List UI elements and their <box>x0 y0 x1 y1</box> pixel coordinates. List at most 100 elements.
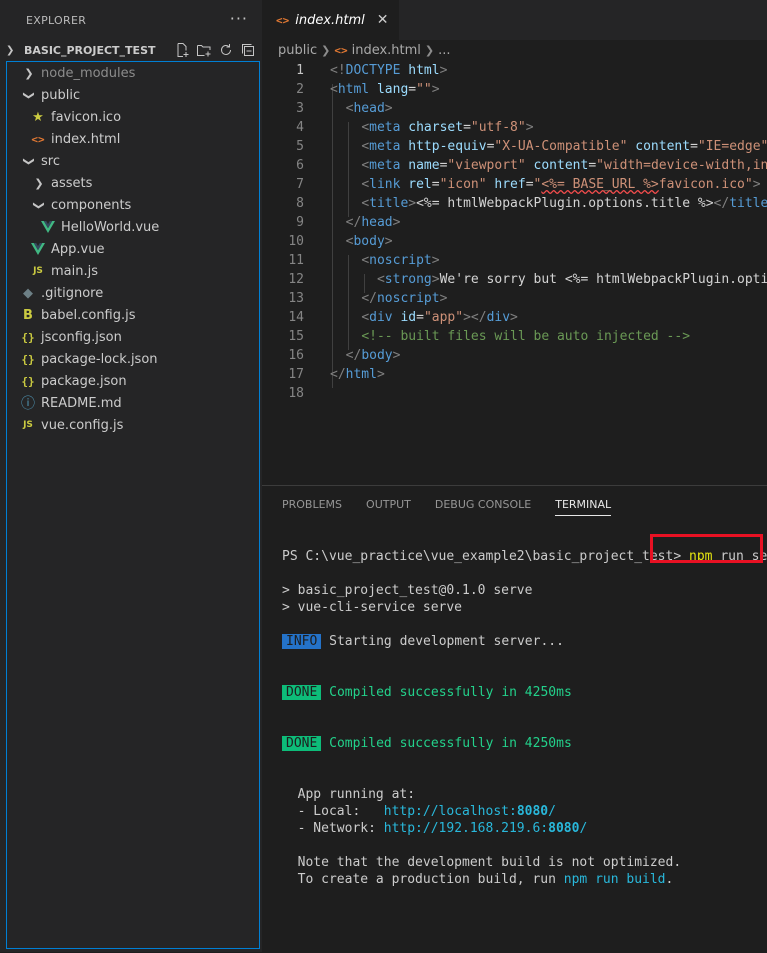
new-folder-icon[interactable] <box>196 42 212 58</box>
code-line: 18 <box>262 384 767 403</box>
file-item[interactable]: Bbabel.config.js <box>7 304 259 326</box>
tab-debug-console[interactable]: DEBUG CONSOLE <box>435 486 531 522</box>
file-item[interactable]: JS main.js <box>7 260 259 282</box>
code-token: > <box>384 101 393 116</box>
code-token: DOCTYPE <box>345 63 401 78</box>
network-url-tail: / <box>579 821 588 836</box>
file-item[interactable]: <> index.html <box>7 128 259 150</box>
info-text: Starting development server... <box>329 634 564 649</box>
explorer-title: EXPLORER <box>26 13 87 27</box>
folder-item[interactable]: ❯ components <box>7 194 259 216</box>
tab-label: index.html <box>295 12 365 28</box>
code-token: > <box>376 367 385 382</box>
terminal-prompt: PS C:\vue_practice\vue_example2\basic_pr… <box>282 549 682 564</box>
breadcrumb-symbol[interactable]: ... <box>438 43 450 58</box>
tab-index-html[interactable]: <> index.html ✕ <box>262 0 399 40</box>
code-line: 16 </body> <box>262 346 767 365</box>
code-line: 4 <meta charset="utf-8"> <box>262 118 767 137</box>
done-text: Compiled successfully in 4250ms <box>329 736 572 751</box>
folder-item[interactable]: ❯ src <box>7 150 259 172</box>
line-number: 16 <box>288 348 304 363</box>
json-icon: {} <box>21 374 35 388</box>
folder-item[interactable]: ❯ public <box>7 84 259 106</box>
code-text: <body> <box>330 232 393 251</box>
terminal-line: Note that the development build is not o… <box>282 855 682 870</box>
line-number: 14 <box>288 310 304 325</box>
code-token: < <box>361 310 370 325</box>
code-line: 14 <div id="app"></div> <box>262 308 767 327</box>
code-token: "" <box>416 82 432 97</box>
breadcrumb-file[interactable]: index.html <box>352 43 421 58</box>
file-item[interactable]: ★ favicon.ico <box>7 106 259 128</box>
babel-icon: B <box>23 307 33 323</box>
network-url-link[interactable]: http://192.168.219.6:8080/ <box>384 821 588 836</box>
code-token: > <box>439 63 448 78</box>
code-token: http-equiv <box>408 139 487 154</box>
breadcrumb-folder[interactable]: public <box>278 43 317 58</box>
code-token: = <box>588 158 597 173</box>
line-number: 18 <box>288 386 304 401</box>
note-period: . <box>665 872 674 887</box>
code-token: > <box>510 310 518 325</box>
code-token: "utf-8" <box>470 120 526 135</box>
terminal-output[interactable]: PS C:\vue_practice\vue_example2\basic_pr… <box>282 534 767 888</box>
code-token: body <box>361 348 393 363</box>
terminal-prompt-line: PS C:\vue_practice\vue_example2\basic_pr… <box>282 534 767 565</box>
file-item[interactable]: {} package-lock.json <box>7 348 259 370</box>
line-number: 1 <box>296 63 304 78</box>
terminal-network-line: - Network: http://192.168.219.6:8080/ <box>282 820 767 837</box>
code-token: html <box>337 82 370 97</box>
chevron-down-icon: ❯ <box>22 156 36 166</box>
code-token: < <box>330 82 338 97</box>
tab-terminal[interactable]: TERMINAL <box>555 494 612 516</box>
html-icon: <> <box>31 132 45 146</box>
tab-output[interactable]: OUTPUT <box>366 486 411 522</box>
file-item[interactable]: HelloWorld.vue <box>7 216 259 238</box>
terminal-line: App running at: <box>282 787 416 802</box>
more-actions-icon[interactable]: ··· <box>230 9 248 28</box>
folder-item[interactable]: ❯ assets <box>7 172 259 194</box>
close-icon[interactable]: ✕ <box>377 12 389 28</box>
code-line: 17 </html> <box>262 365 767 384</box>
code-line: 6 <meta name="viewport" content="width=d… <box>262 156 767 175</box>
terminal-done-line: DONE Compiled successfully in 4250ms <box>282 684 767 701</box>
tree-item-label: index.html <box>51 131 121 147</box>
code-token: = <box>690 139 698 154</box>
terminal-note-line: To create a production build, run npm ru… <box>282 871 767 888</box>
local-url-link[interactable]: http://localhost:8080/ <box>384 804 556 819</box>
file-item[interactable]: ⓘ README.md <box>7 392 259 414</box>
local-label: - Local: <box>282 804 384 819</box>
code-token: div <box>369 310 393 325</box>
tab-problems[interactable]: PROBLEMS <box>282 486 342 522</box>
file-item[interactable]: JS vue.config.js <box>7 414 259 436</box>
line-number: 4 <box>296 120 304 135</box>
tree-item-label: babel.config.js <box>41 307 136 323</box>
code-token: = <box>431 177 440 192</box>
done-badge: DONE <box>282 736 322 751</box>
folder-item[interactable]: ❯ node_modules <box>7 62 259 84</box>
new-file-icon[interactable] <box>174 42 190 58</box>
file-item[interactable]: {} jsconfig.json <box>7 326 259 348</box>
code-text: <!-- built files will be auto injected -… <box>330 327 690 346</box>
file-item[interactable]: {} package.json <box>7 370 259 392</box>
js-icon: JS <box>23 420 33 430</box>
code-line: 15 <!-- built files will be auto injecte… <box>262 327 767 346</box>
terminal-info-line: INFO Starting development server... <box>282 633 767 650</box>
code-text: <link rel="icon" href="<%= BASE_URL %>fa… <box>330 175 760 194</box>
code-line: 1 <!DOCTYPE html> <box>262 61 767 80</box>
tree-item-label: jsconfig.json <box>41 329 122 345</box>
project-header[interactable]: ❯ BASIC_PROJECT_TEST <box>0 40 262 60</box>
code-token: > <box>431 272 440 287</box>
code-token: </ <box>330 367 346 382</box>
refresh-icon[interactable] <box>218 42 234 58</box>
code-text: <noscript> <box>330 251 439 270</box>
tree-item-label: public <box>41 87 81 103</box>
collapse-all-icon[interactable] <box>240 42 256 58</box>
file-item[interactable]: App.vue <box>7 238 259 260</box>
line-number: 13 <box>288 291 304 306</box>
code-token: meta <box>369 139 401 154</box>
code-editor[interactable]: 1 <!DOCTYPE html> 2 <html lang=""> 3 <head> 4… <box>262 61 767 403</box>
file-item[interactable]: ◆ .gitignore <box>7 282 259 304</box>
